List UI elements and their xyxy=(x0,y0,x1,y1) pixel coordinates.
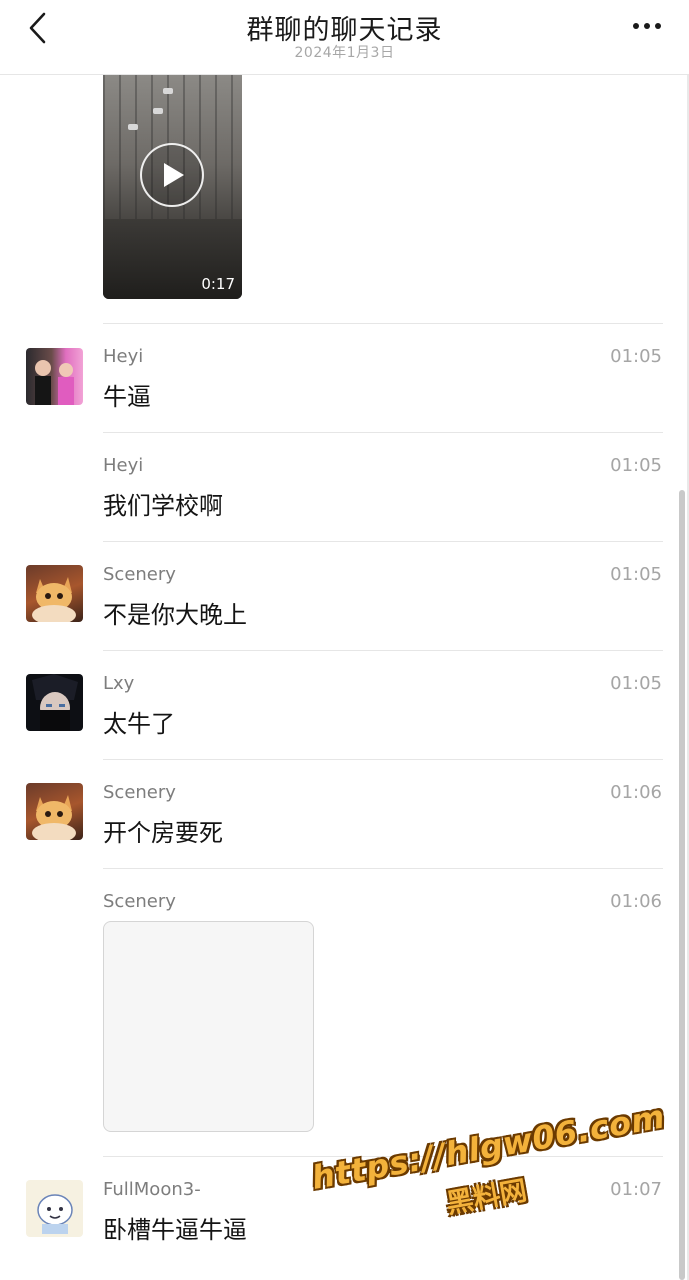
image-placeholder[interactable] xyxy=(103,921,314,1132)
message-time: 01:06 xyxy=(610,891,662,912)
message-text: 牛逼 xyxy=(103,383,151,411)
message-time: 01:06 xyxy=(610,782,662,803)
message-time: 01:05 xyxy=(610,673,662,694)
more-dot xyxy=(644,23,650,29)
more-button[interactable] xyxy=(627,10,667,42)
avatar-heyi[interactable] xyxy=(26,348,83,405)
chat-message: Scenery 01:05 不是你大晚上 xyxy=(0,542,689,650)
message-text: 太牛了 xyxy=(103,710,175,738)
message-text: 开个房要死 xyxy=(103,819,223,847)
sender-name: Lxy xyxy=(103,673,135,694)
chat-message: Heyi 01:05 牛逼 xyxy=(0,324,689,432)
watermark-site-name: 黑料网 xyxy=(444,1175,530,1220)
more-dot xyxy=(655,23,661,29)
sender-name: Scenery xyxy=(103,782,176,803)
page-subtitle-date: 2024年1月3日 xyxy=(294,45,395,61)
video-duration: 0:17 xyxy=(201,275,235,293)
sender-name: Heyi xyxy=(103,455,144,476)
message-text: 我们学校啊 xyxy=(103,492,223,520)
video-scene-detail xyxy=(163,88,173,94)
avatar-lxy[interactable] xyxy=(26,674,83,731)
chat-message: Scenery 01:06 开个房要死 xyxy=(0,760,689,868)
video-scene-detail xyxy=(128,124,138,130)
header-bar: 群聊的聊天记录 2024年1月3日 xyxy=(0,0,689,75)
message-time: 01:05 xyxy=(610,564,662,585)
avatar-fullmoon[interactable] xyxy=(26,1180,83,1237)
avatar-scenery[interactable] xyxy=(26,565,83,622)
avatar-scenery[interactable] xyxy=(26,783,83,840)
avatar-image xyxy=(32,795,76,840)
sender-name: FullMoon3- xyxy=(103,1179,201,1200)
scrollbar[interactable] xyxy=(679,490,685,1280)
play-icon xyxy=(164,163,184,187)
avatar-image xyxy=(32,674,78,731)
avatar-image xyxy=(35,360,74,405)
chat-message: Lxy 01:05 太牛了 xyxy=(0,651,689,759)
message-time: 01:05 xyxy=(610,346,662,367)
play-button[interactable] xyxy=(140,143,204,207)
sender-name: Scenery xyxy=(103,891,176,912)
video-thumbnail[interactable]: 0:17 xyxy=(103,74,242,299)
avatar-image xyxy=(37,1194,73,1234)
message-text: 不是你大晚上 xyxy=(103,601,247,629)
chat-message: Heyi 01:05 我们学校啊 xyxy=(0,433,689,541)
video-scene-detail xyxy=(153,108,163,114)
more-horizontal-icon xyxy=(633,23,639,29)
sender-name: Scenery xyxy=(103,564,176,585)
message-time: 01:05 xyxy=(610,455,662,476)
avatar-image xyxy=(32,577,76,622)
sender-name: Heyi xyxy=(103,346,144,367)
message-text: 卧槽牛逼牛逼 xyxy=(103,1216,247,1244)
